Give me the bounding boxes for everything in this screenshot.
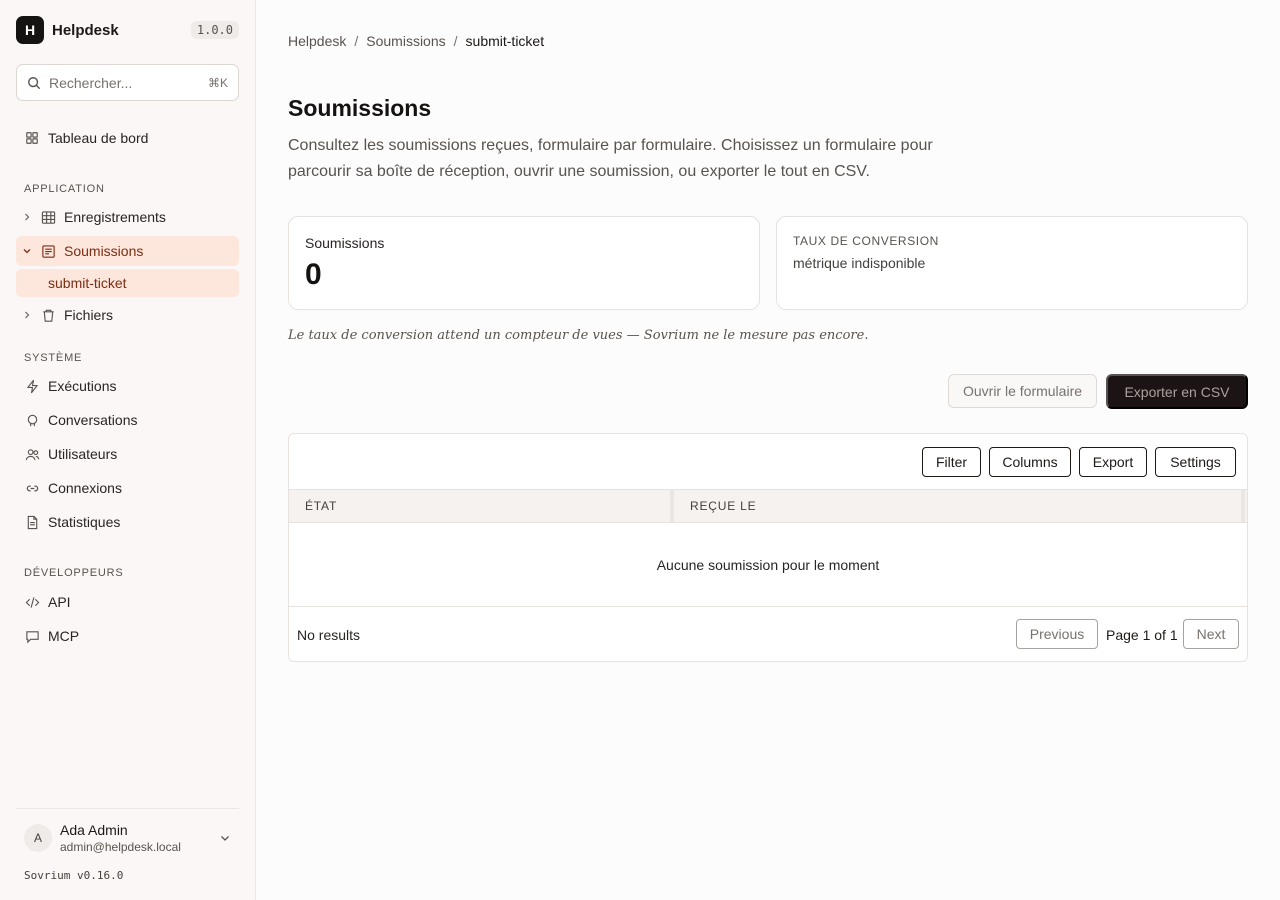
next-page-button[interactable]: Next [1183,619,1239,649]
user-name: Ada Admin [60,821,128,838]
user-info: Ada Admin admin@helpdesk.local [60,822,181,854]
column-resize-handle[interactable] [1241,490,1245,522]
breadcrumb-item-helpdesk[interactable]: Helpdesk [288,33,346,49]
message-icon [24,628,40,644]
sidebar-item-label: Tableau de bord [48,130,149,146]
sidebar-item-label: Utilisateurs [48,446,118,462]
sidebar-item-soumissions[interactable]: Soumissions [16,236,239,266]
sidebar-item-conversations[interactable]: Conversations [16,406,239,434]
document-icon [24,514,40,530]
sidebar-item-connexions[interactable]: Connexions [16,474,239,502]
page-description: Consultez les soumissions reçues, formul… [288,137,933,180]
table-icon [40,209,56,225]
table-export-button[interactable]: Export [1079,447,1147,477]
chevron-right-icon [22,212,32,222]
chat-bubble-icon [24,412,40,428]
results-count: No results [297,627,361,643]
chevron-down-icon [22,246,32,256]
column-resize-handle[interactable] [670,490,674,522]
stat-card-submissions: Soumissions 0 [288,216,760,310]
breadcrumb-item-soumissions[interactable]: Soumissions [366,33,445,49]
app-logo: H [16,16,44,44]
breadcrumb: Helpdesk / Soumissions / submit-ticket [288,33,544,49]
empty-state: Aucune soumission pour le moment [289,523,1247,607]
breadcrumb-separator: / [354,33,359,49]
section-title-developpeurs: DÉVELOPPEURS [24,567,124,579]
sidebar-item-label: Soumissions [64,243,144,259]
sidebar-item-label: Conversations [48,412,138,428]
conversion-note: Le taux de conversion attend un compteur… [288,328,869,343]
breadcrumb-separator: / [453,33,458,49]
search-input[interactable] [49,74,189,91]
open-form-button[interactable]: Ouvrir le formulaire [948,374,1097,408]
search-box[interactable]: ⌘K [16,64,239,101]
settings-button[interactable]: Settings [1155,447,1236,477]
breadcrumb-item-current: submit-ticket [465,33,545,49]
grid-icon [24,130,40,146]
bucket-icon [40,307,56,323]
columns-button[interactable]: Columns [989,447,1071,477]
sidebar-item-utilisateurs[interactable]: Utilisateurs [16,440,239,468]
export-csv-button[interactable]: Exporter en CSV [1106,374,1248,409]
stat-label: TAUX DE CONVERSION [793,234,939,248]
brand[interactable]: H Helpdesk 1.0.0 [16,16,239,44]
app-name: Helpdesk [52,21,119,39]
sidebar-item-mcp[interactable]: MCP [16,622,239,650]
page-indicator: Page 1 of 1 [1106,627,1178,643]
bolt-icon [24,378,40,394]
sidebar-item-api[interactable]: API [16,588,239,616]
sidebar-subitem-submit-ticket[interactable]: submit-ticket [16,269,239,297]
stat-value: métrique indisponible [793,255,926,271]
stat-card-conversion: TAUX DE CONVERSION métrique indisponible [776,216,1248,310]
chevron-right-icon [22,310,32,320]
avatar: A [24,823,52,852]
footer-version: Sovrium v0.16.0 [24,869,124,882]
sidebar-item-label: Statistiques [48,514,121,530]
section-title-application: APPLICATION [24,183,105,195]
users-icon [24,446,40,462]
user-email: admin@helpdesk.local [60,839,181,854]
search-shortcut: ⌘K [207,75,228,90]
submissions-table: Filter Columns Export Settings ÉTAT REÇU… [288,433,1248,662]
sidebar-item-executions[interactable]: Exécutions [16,372,239,400]
sidebar-item-label: MCP [48,628,80,644]
sidebar-item-label: API [48,594,71,610]
sidebar-item-fichiers[interactable]: Fichiers [16,301,239,329]
app-version-badge: 1.0.0 [190,21,239,39]
table-header: ÉTAT REÇUE LE [289,489,1247,523]
sidebar: H Helpdesk 1.0.0 ⌘K Tableau de bord APPL… [0,0,256,900]
sidebar-item-dashboard[interactable]: Tableau de bord [16,124,239,152]
form-icon [40,243,56,259]
previous-page-button[interactable]: Previous [1016,619,1098,649]
section-title-systeme: SYSTÈME [24,352,83,364]
sidebar-item-enregistrements[interactable]: Enregistrements [16,203,239,231]
column-header-recue-le[interactable]: REÇUE LE [690,490,756,522]
code-icon [24,594,40,610]
chevron-down-icon [219,832,231,844]
sidebar-item-label: Fichiers [64,307,114,323]
stat-value: 0 [305,258,322,291]
sidebar-item-label: Enregistrements [64,209,166,225]
sidebar-item-label: Exécutions [48,378,117,394]
link-icon [24,480,40,496]
sidebar-item-statistiques[interactable]: Statistiques [16,508,239,536]
sidebar-item-label: Connexions [48,480,122,496]
search-icon [27,76,41,90]
user-menu[interactable]: A Ada Admin admin@helpdesk.local [16,808,239,866]
column-header-etat[interactable]: ÉTAT [305,490,337,522]
stat-label: Soumissions [305,235,385,251]
page-title: Soumissions [288,95,432,121]
filter-button[interactable]: Filter [922,447,981,477]
